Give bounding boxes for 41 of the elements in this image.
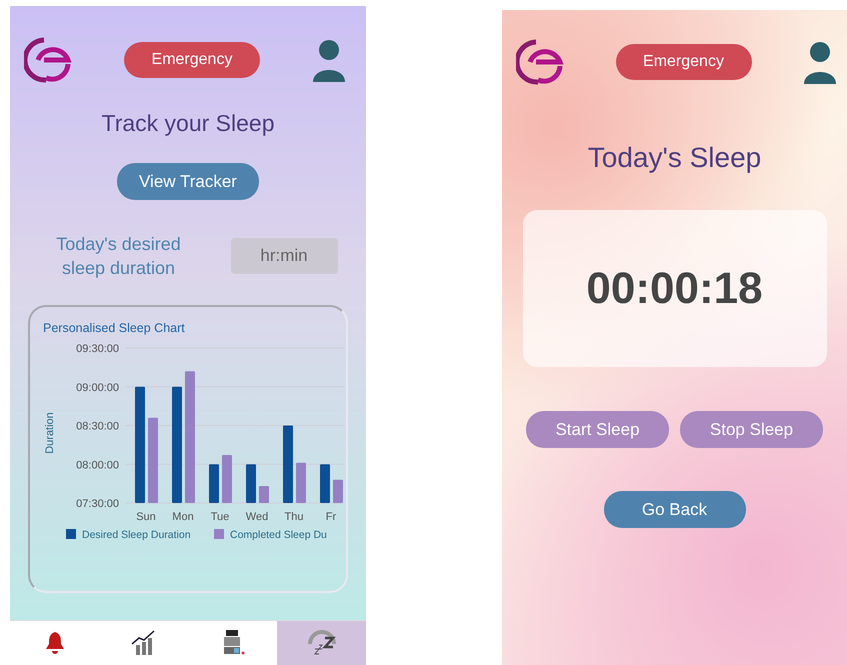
legend-label: Desired Sleep Duration: [82, 529, 191, 541]
page-title: Today's Sleep: [588, 142, 762, 174]
chart-bar: [320, 464, 330, 503]
legend-swatch: [66, 529, 76, 539]
legend-swatch: [214, 529, 224, 539]
category-label: Thu: [284, 511, 304, 523]
tick-label: 08:00:00: [76, 459, 119, 472]
chart-bar: [222, 454, 232, 503]
sleep-button[interactable]: Stop Sleep: [680, 411, 823, 448]
timer-display: 00:00:18: [586, 264, 763, 314]
tick-label: 08:30:00: [76, 420, 119, 432]
chart-bar: [209, 464, 219, 503]
category-label: Tue: [210, 511, 230, 523]
chart-bar: [296, 462, 306, 503]
category-label: Sun: [136, 511, 156, 523]
category-label: Mon: [172, 511, 194, 523]
page-title: Track your Sleep: [102, 110, 274, 137]
growth-chart-icon: [130, 630, 156, 656]
emergency-button[interactable]: Emergency: [616, 44, 752, 80]
chart-bar: [246, 464, 256, 503]
emergency-button[interactable]: Emergency: [124, 42, 260, 78]
tick-label: 09:00:00: [76, 382, 119, 394]
category-label: Fr: [326, 511, 336, 523]
sleep-button[interactable]: Start Sleep: [526, 411, 669, 448]
chart-title: Personalised Sleep Chart: [43, 321, 185, 335]
logo-icon: [24, 36, 72, 84]
chart-bar: [333, 480, 343, 503]
tick-label: 07:30:00: [76, 498, 119, 510]
legend-label: Completed Sleep Du: [230, 529, 327, 541]
bell-icon: [44, 630, 66, 656]
duration-label: Today's desired sleep duration: [55, 233, 182, 280]
category-label: Wed: [246, 511, 268, 523]
go-back-button[interactable]: Go Back: [604, 491, 746, 528]
logo-icon: [516, 38, 564, 86]
view-tracker-button[interactable]: View Tracker: [117, 163, 259, 200]
axis-label: Duration: [44, 412, 56, 454]
sleep-gauge-icon: [306, 630, 336, 656]
chart-bar: [259, 486, 269, 503]
nav-tab[interactable]: [277, 621, 366, 665]
duration-input[interactable]: hr:min: [230, 238, 338, 274]
tick-label: 09:30:00: [76, 343, 119, 355]
